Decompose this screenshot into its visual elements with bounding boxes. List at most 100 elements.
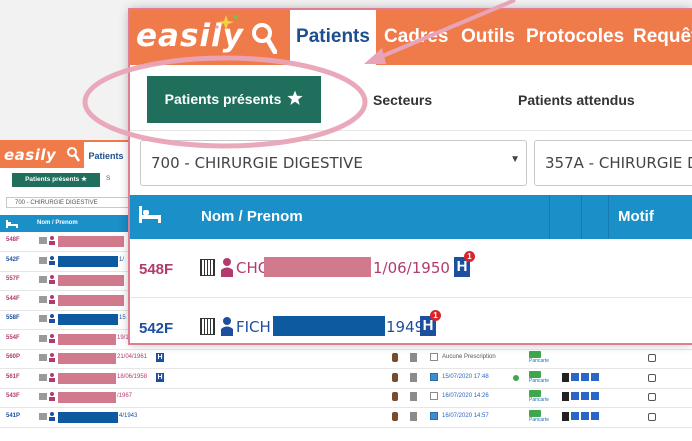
row-checkbox[interactable] — [648, 412, 656, 421]
service-select[interactable]: 700 - CHIRURGIE DIGESTIVE ▼ — [140, 140, 527, 186]
nav-cadres[interactable]: Cadres — [384, 10, 448, 65]
check-icon[interactable] — [430, 353, 438, 361]
person-icon — [49, 353, 55, 362]
barcode-icon[interactable] — [39, 373, 47, 381]
pancarte-icon[interactable]: Pancarte — [529, 409, 555, 423]
search-icon[interactable] — [66, 146, 80, 162]
person-icon — [221, 317, 233, 336]
chevron-down-icon: ▼ — [510, 154, 520, 165]
person-icon — [49, 275, 55, 284]
nav-requetes[interactable]: Requêt — [633, 10, 692, 65]
barcode-icon[interactable] — [39, 393, 47, 400]
check-icon[interactable] — [430, 372, 438, 381]
pancarte-icon[interactable]: Pancarte — [529, 351, 555, 364]
tab-sectors[interactable]: Secteurs — [373, 92, 432, 108]
list-item[interactable]: 561F 18/06/1958 H 15/07/2020 17:48 Pancarte — [0, 369, 692, 389]
redaction-bar — [58, 314, 118, 325]
check-icon[interactable] — [430, 392, 438, 400]
barcode-icon[interactable] — [39, 334, 47, 342]
prescription-status: 16/07/2020 14:57 — [442, 412, 489, 419]
bed-icon — [6, 220, 18, 228]
nav-protocoles[interactable]: Protocoles — [526, 10, 624, 65]
zoomed-panel: easily Patients Cadres Outils Protocoles… — [130, 10, 692, 343]
room-number: 561F — [6, 373, 20, 380]
barcode-icon[interactable] — [39, 315, 47, 322]
unit-select-value: 357A - CHIRURGIE DI — [545, 154, 692, 172]
person-icon — [49, 392, 55, 401]
service-select-value: 700 - CHIRURGIE DIGESTIVE — [151, 154, 363, 172]
status-dot — [513, 374, 519, 381]
search-icon[interactable] — [251, 22, 277, 54]
person-icon — [49, 314, 55, 323]
document-icon[interactable] — [410, 372, 417, 382]
list-item[interactable]: 560P 21/04/1961 H Aucune Prescription Pancar… — [0, 349, 692, 369]
redaction-bar — [264, 257, 371, 277]
barcode-icon[interactable] — [39, 256, 47, 264]
pancarte-icon[interactable]: Pancarte — [529, 390, 555, 403]
redaction-bar — [58, 372, 116, 384]
column-divider — [549, 195, 550, 239]
star-icon: ★ — [81, 176, 87, 183]
table-row[interactable]: 548F CHO 1/06/1950 H 1 — [130, 239, 692, 298]
patient-birthdate: 18/06/1958 — [117, 373, 148, 380]
pill-icon — [392, 372, 398, 382]
person-icon — [49, 333, 55, 343]
table-row[interactable]: 542F FICH 1949 H 1 — [130, 298, 692, 343]
column-name[interactable]: Nom / Prenom — [201, 208, 303, 225]
row-checkbox[interactable] — [648, 354, 656, 362]
pancarte-icon[interactable]: Pancarte — [529, 370, 555, 384]
room-number: 560P — [6, 354, 21, 360]
action-icons[interactable] — [562, 392, 610, 401]
barcode-icon[interactable] — [39, 412, 47, 420]
barcode-icon[interactable] — [39, 237, 47, 244]
bg-tab-sectors[interactable]: S — [106, 175, 110, 182]
check-icon[interactable] — [430, 411, 438, 420]
tab-patients[interactable]: Patients — [290, 10, 376, 65]
bg-service-select[interactable]: 700 - CHIRURGIE DIGESTIVE — [6, 197, 130, 208]
document-icon[interactable] — [410, 411, 417, 421]
column-divider — [608, 195, 609, 239]
row-checkbox[interactable] — [648, 373, 656, 382]
document-icon[interactable] — [410, 353, 417, 362]
room-number: 548F — [139, 261, 174, 278]
bg-tab-present-patients[interactable]: Patients présents ★ — [12, 173, 100, 187]
patient-birthdate: 1949 — [386, 318, 425, 336]
nav-outils[interactable]: Outils — [461, 10, 515, 65]
pill-icon — [392, 392, 398, 401]
barcode-icon[interactable] — [39, 354, 47, 361]
barcode-icon[interactable] — [39, 295, 47, 303]
document-icon[interactable] — [410, 392, 417, 401]
tab-present-patients[interactable]: Patients présents — [147, 76, 321, 123]
action-icons[interactable] — [562, 411, 610, 421]
barcode-icon[interactable] — [200, 259, 215, 276]
bg-column-name: Nom / Prenom — [37, 220, 78, 226]
hospital-icon[interactable]: H — [156, 353, 164, 362]
action-icons[interactable] — [562, 372, 610, 382]
list-item[interactable]: 543F/1967 16/07/2020 14:26 Pancarte — [0, 388, 692, 408]
person-icon — [49, 236, 55, 245]
barcode-icon[interactable] — [39, 276, 47, 283]
pill-icon — [392, 353, 398, 362]
room-number: 554F — [6, 334, 20, 341]
redaction-bar — [58, 353, 116, 364]
person-icon — [49, 411, 55, 421]
bg-tab-patients[interactable]: Patients — [84, 142, 128, 168]
redaction-bar — [58, 333, 116, 345]
column-reason[interactable]: Motif — [618, 208, 654, 225]
patient-name: FICH — [236, 318, 271, 336]
sparkle-icon — [215, 14, 239, 30]
redaction-bar — [58, 275, 124, 286]
redaction-bar — [58, 411, 118, 423]
redaction-bar — [58, 294, 124, 306]
person-icon — [49, 294, 55, 304]
prescription-status: Aucune Prescription — [442, 354, 496, 360]
list-item[interactable]: 541P 4/1943 16/07/2020 14:57 Pancarte — [0, 408, 692, 428]
room-number: 542F — [6, 256, 20, 263]
patient-birthdate: 1/06/1950 — [373, 259, 450, 277]
barcode-icon[interactable] — [200, 318, 215, 335]
unit-select[interactable]: 357A - CHIRURGIE DI — [534, 140, 692, 186]
row-checkbox[interactable] — [648, 393, 656, 401]
hospital-icon[interactable]: H — [156, 372, 164, 382]
patient-birthdate: /1967 — [117, 393, 133, 399]
tab-expected-patients[interactable]: Patients attendus — [518, 92, 635, 108]
